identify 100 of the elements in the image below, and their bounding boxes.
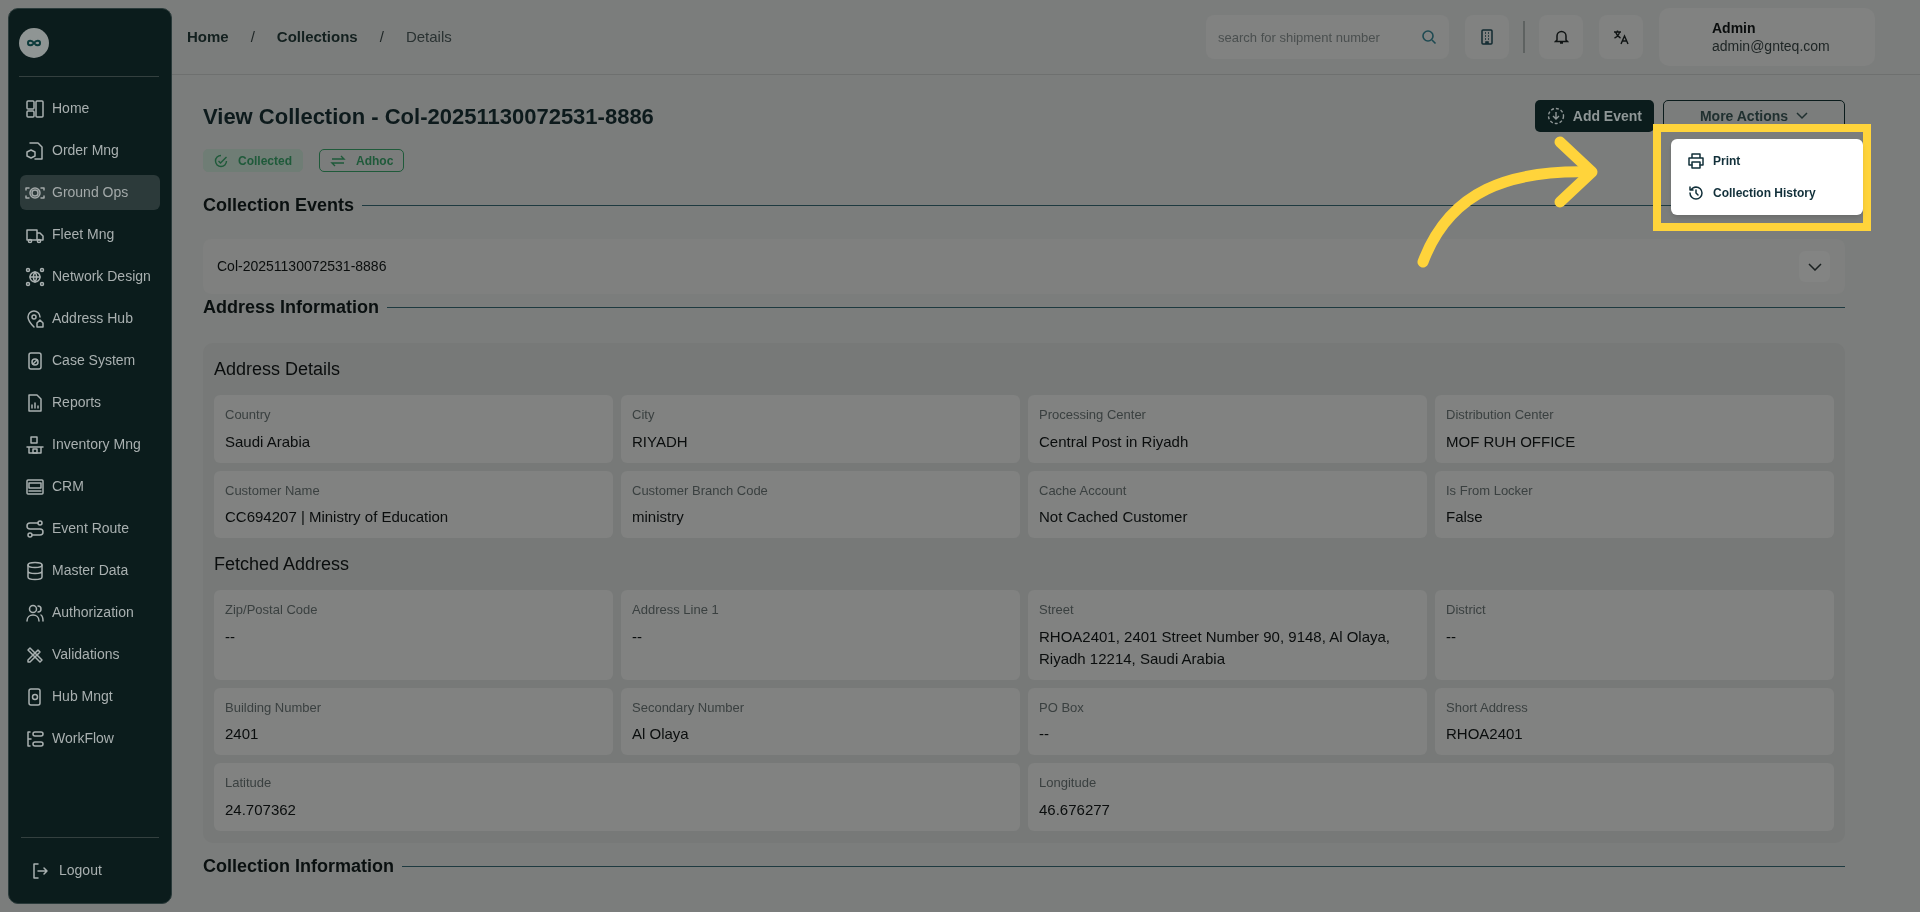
- field-label: Customer Name: [225, 481, 321, 500]
- search-icon[interactable]: [1421, 29, 1437, 45]
- breadcrumb-separator: /: [379, 26, 384, 47]
- field-label: Is From Locker: [1446, 481, 1534, 500]
- user-card[interactable]: Admin admin@gnteq.com: [1659, 8, 1875, 66]
- sidebar-item[interactable]: Network Design: [20, 259, 160, 294]
- package-icon: [25, 140, 45, 161]
- field-value: RHOA2401, 2401 Street Number 90, 9148, Al Olaya, Riyadh 12214, Saudi Arabia: [1039, 626, 1392, 669]
- logout-button[interactable]: Logout: [31, 860, 102, 881]
- field-label: Processing Center: [1039, 406, 1147, 424]
- field-value: RIYADH: [632, 431, 689, 452]
- translate-icon: [1613, 29, 1629, 45]
- menu-item[interactable]: Print: [1687, 148, 1847, 174]
- sidebar-item[interactable]: Validations: [20, 637, 160, 672]
- field-value: CC694207 | Ministry of Education: [225, 507, 450, 527]
- printer-icon: [1687, 152, 1705, 170]
- field-value: 24.707362: [225, 799, 297, 820]
- field-value: 2401: [225, 724, 260, 744]
- add-event-button[interactable]: Add Event: [1534, 100, 1654, 132]
- sidebar-item[interactable]: Fleet Mng: [20, 217, 160, 252]
- group-heading: Fetched Address: [214, 552, 351, 576]
- breadcrumb-separator: /: [250, 26, 255, 47]
- field-label: Cache Account: [1039, 481, 1128, 500]
- field-label: Distribution Center: [1446, 406, 1555, 424]
- chevron-down-icon: [1796, 112, 1809, 120]
- workflow-icon: [25, 728, 45, 749]
- field-value: False: [1446, 507, 1484, 527]
- field-label: Latitude: [225, 774, 273, 792]
- accordion-row[interactable]: Col-20251130072531-8886: [203, 239, 1845, 294]
- field-value: Al Olaya: [632, 724, 690, 744]
- sidebar-item[interactable]: Case System: [20, 343, 160, 378]
- field-label: Secondary Number: [632, 698, 745, 717]
- chevron-down-icon: [1807, 262, 1822, 271]
- swap-arrows-icon: [330, 153, 346, 168]
- status-badge: Adhoc: [319, 149, 405, 172]
- bell-icon: [1553, 29, 1569, 45]
- sidebar-item[interactable]: Address Hub: [20, 301, 160, 336]
- field-label: Country: [225, 406, 272, 424]
- user-name: Admin: [1712, 19, 1757, 37]
- sidebar-item[interactable]: Master Data: [20, 553, 160, 588]
- field-label: PO Box: [1039, 698, 1085, 717]
- crm-icon: [25, 476, 45, 497]
- field-label: Customer Branch Code: [632, 481, 769, 500]
- route-icon: [25, 518, 45, 539]
- building-icon: [1480, 29, 1494, 45]
- sidebar-item[interactable]: WorkFlow: [20, 721, 160, 756]
- breadcrumb-link[interactable]: Home: [187, 25, 229, 49]
- status-badge: Collected: [203, 149, 303, 172]
- download-circle-icon: [1546, 107, 1565, 125]
- field-value: --: [1446, 626, 1457, 647]
- breadcrumb-link[interactable]: Collections: [276, 25, 358, 49]
- sidebar-item[interactable]: Order Mng: [20, 133, 160, 168]
- history-icon: [1687, 184, 1705, 202]
- sidebar-item[interactable]: Inventory Mng: [20, 427, 160, 462]
- field-value: --: [632, 626, 643, 647]
- section-heading: Collection Events: [203, 194, 355, 217]
- notification-button[interactable]: [1539, 15, 1583, 59]
- expand-toggle[interactable]: [1799, 251, 1830, 282]
- globe-icon: [25, 266, 45, 287]
- menu-item[interactable]: Collection History: [1687, 180, 1847, 206]
- check-circle-icon: [214, 153, 228, 168]
- field-label: City: [632, 406, 656, 424]
- sidebar-item[interactable]: Ground Ops: [20, 175, 160, 210]
- location-pin-icon: [25, 308, 45, 329]
- field-label: Street: [1039, 601, 1075, 619]
- users-icon: [25, 602, 45, 623]
- field-label: Zip/Postal Code: [225, 601, 319, 619]
- chart-document-icon: [25, 392, 45, 413]
- field-value: Not Cached Customer: [1039, 507, 1189, 527]
- accordion-title: Col-20251130072531-8886: [217, 257, 387, 276]
- field-value: MOF RUH OFFICE: [1446, 431, 1577, 452]
- field-value: --: [1039, 724, 1050, 744]
- breadcrumb-current: Details: [405, 26, 452, 47]
- document-icon: [25, 350, 45, 371]
- dashboard-icon: [25, 98, 45, 119]
- field-value: Saudi Arabia: [225, 431, 312, 452]
- sidebar-item[interactable]: Reports: [20, 385, 160, 420]
- sidebar-item[interactable]: Event Route: [20, 511, 160, 546]
- field-value: ministry: [632, 507, 685, 527]
- user-email: admin@gnteq.com: [1712, 37, 1831, 55]
- language-button[interactable]: [1599, 15, 1643, 59]
- page-title: View Collection - Col-20251130072531-8886: [203, 102, 654, 131]
- sidebar-item[interactable]: CRM: [20, 469, 160, 504]
- database-icon: [25, 560, 45, 581]
- field-value: RHOA2401: [1446, 724, 1524, 744]
- field-label: Building Number: [225, 698, 323, 717]
- field-value: Central Post in Riyadh: [1039, 431, 1190, 452]
- field-label: Longitude: [1039, 774, 1098, 792]
- field-value: 46.676277: [1039, 799, 1111, 820]
- sidebar-item[interactable]: Authorization: [20, 595, 160, 630]
- field-label: Address Line 1: [632, 601, 720, 619]
- section-heading: Collection Information: [203, 854, 394, 878]
- building-button[interactable]: [1465, 15, 1509, 59]
- section-heading: Address Information: [203, 296, 380, 319]
- logo-icon[interactable]: [19, 27, 49, 58]
- field-label: District: [1446, 601, 1487, 619]
- field-label: Short Address: [1446, 698, 1529, 717]
- field-value: --: [225, 626, 236, 647]
- sidebar-item[interactable]: Home: [20, 91, 160, 126]
- sidebar-item[interactable]: Hub Mngt: [20, 679, 160, 714]
